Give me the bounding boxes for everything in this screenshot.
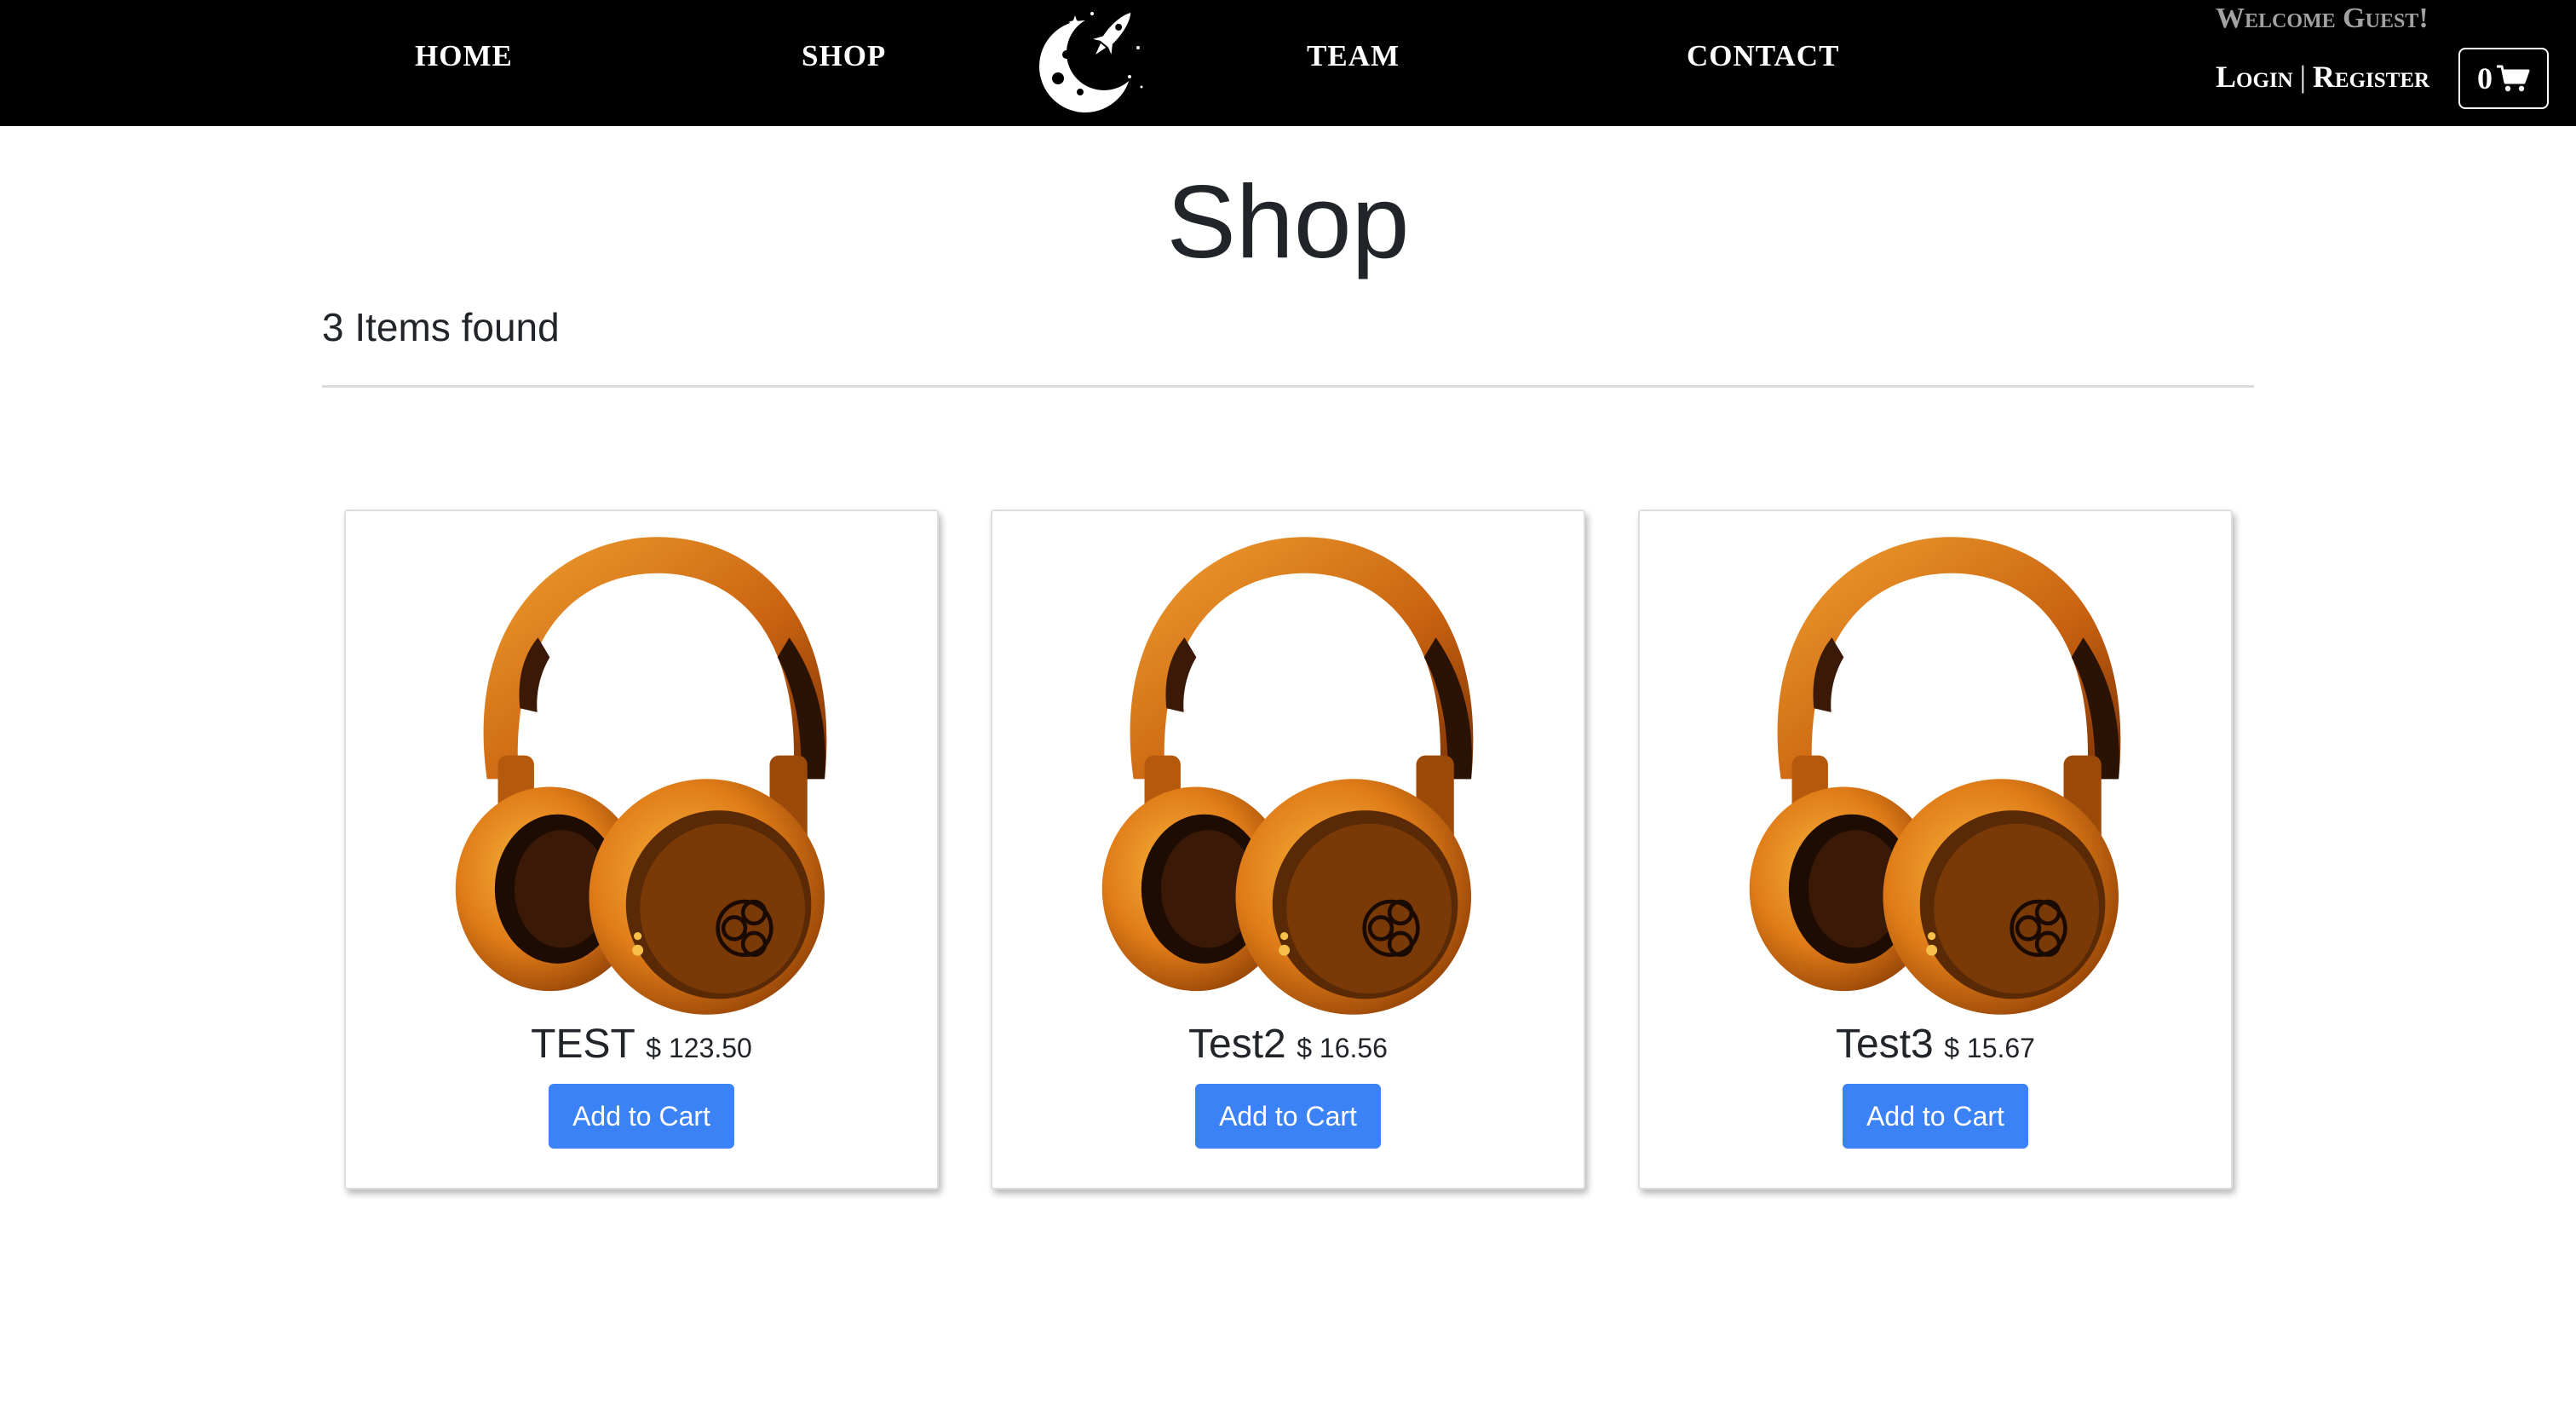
product-price: $ 15.67 bbox=[1944, 1033, 2035, 1063]
top-navbar: HOME SHOP TEAM CONTACT Welcome Guest! Lo… bbox=[0, 0, 2576, 126]
nav-link-shop[interactable]: SHOP bbox=[802, 37, 886, 75]
product-caption: Test3 $ 15.67 bbox=[1640, 1019, 2231, 1080]
nav-link-team[interactable]: TEAM bbox=[1307, 37, 1400, 75]
product-card: Test2 $ 16.56 Add to Cart bbox=[991, 510, 1585, 1189]
auth-separator: | bbox=[2299, 60, 2306, 94]
headphones-image bbox=[414, 520, 874, 1022]
register-link[interactable]: Register bbox=[2313, 60, 2429, 94]
add-to-cart-button[interactable]: Add to Cart bbox=[1843, 1084, 2028, 1149]
divider bbox=[322, 385, 2254, 388]
welcome-text: Welcome Guest! bbox=[2216, 3, 2429, 34]
product-name: Test2 bbox=[1188, 1022, 1286, 1067]
product-card: TEST $ 123.50 Add to Cart bbox=[344, 510, 939, 1189]
product-price: $ 16.56 bbox=[1297, 1033, 1388, 1063]
cart-count: 0 bbox=[2477, 61, 2493, 95]
page-title: Shop bbox=[1166, 164, 1410, 279]
add-to-cart-button[interactable]: Add to Cart bbox=[549, 1084, 734, 1149]
product-name: TEST bbox=[531, 1022, 635, 1067]
product-caption: TEST $ 123.50 bbox=[346, 1019, 937, 1080]
headphones-image bbox=[1061, 520, 1521, 1022]
product-price: $ 123.50 bbox=[646, 1033, 752, 1063]
cart-button[interactable]: 0 bbox=[2458, 48, 2549, 109]
moon-rocket-logo-icon[interactable] bbox=[1032, 3, 1152, 119]
headphones-image bbox=[1708, 520, 2168, 1022]
product-name: Test3 bbox=[1836, 1022, 1934, 1067]
add-to-cart-button[interactable]: Add to Cart bbox=[1195, 1084, 1381, 1149]
nav-link-home[interactable]: HOME bbox=[415, 37, 513, 75]
items-found-count: 3 Items found bbox=[322, 305, 560, 349]
auth-links: Login | Register bbox=[2216, 58, 2429, 95]
product-card: Test3 $ 15.67 Add to Cart bbox=[1638, 510, 2233, 1189]
product-caption: Test2 $ 16.56 bbox=[992, 1019, 1584, 1080]
nav-link-contact[interactable]: CONTACT bbox=[1687, 37, 1839, 75]
shopping-cart-icon bbox=[2497, 65, 2530, 92]
login-link[interactable]: Login bbox=[2216, 60, 2293, 94]
